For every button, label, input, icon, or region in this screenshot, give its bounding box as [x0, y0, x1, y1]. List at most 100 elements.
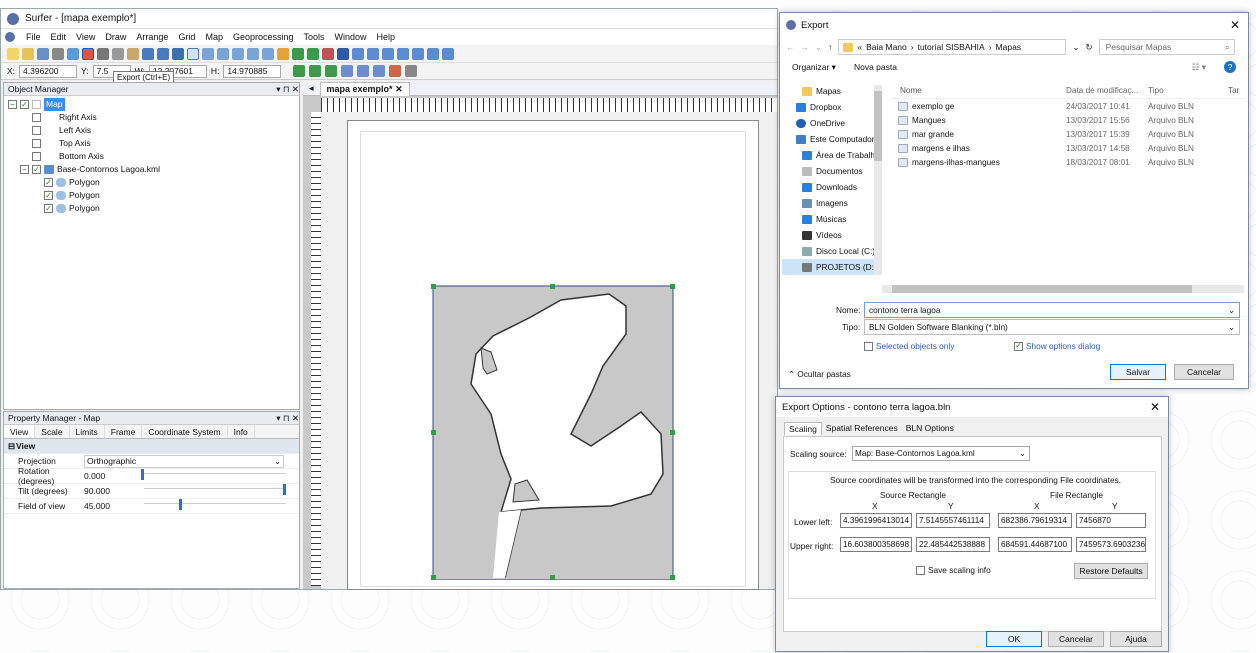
tab-info[interactable]: Info — [228, 425, 255, 438]
file-row[interactable]: exemplo ge 24/03/2017 10:41 Arquivo BLN — [892, 99, 1246, 113]
file-row[interactable]: Mangues 13/03/2017 15:56 Arquivo BLN — [892, 113, 1246, 127]
help-icon[interactable]: ? — [1224, 61, 1236, 73]
chevron-down-icon[interactable]: ⌄ — [1228, 320, 1235, 334]
export-icon[interactable] — [82, 47, 94, 60]
scrollbar-thumb[interactable] — [874, 91, 882, 161]
map-wizard-icon[interactable] — [292, 47, 304, 60]
scrollbar-thumb[interactable] — [892, 285, 1192, 293]
nav-images[interactable]: Imagens — [782, 195, 882, 211]
menu-grid[interactable]: Grid — [173, 32, 200, 42]
redo-icon[interactable] — [157, 47, 169, 60]
save-button[interactable]: Salvar — [1110, 364, 1166, 380]
select-icon[interactable] — [187, 47, 199, 60]
zoom-rect-icon[interactable] — [232, 47, 244, 60]
new-icon[interactable] — [7, 47, 19, 60]
menu-arrange[interactable]: Arrange — [131, 32, 173, 42]
cancel-button[interactable]: Cancelar — [1174, 364, 1234, 380]
menu-help[interactable]: Help — [372, 32, 401, 42]
refresh-icon[interactable] — [307, 47, 319, 60]
visibility-checkbox[interactable] — [32, 113, 41, 122]
visibility-checkbox[interactable]: ✓ — [44, 178, 53, 187]
map-object[interactable] — [431, 284, 675, 580]
visibility-checkbox[interactable]: ✓ — [44, 191, 53, 200]
ungroup-icon[interactable] — [325, 65, 338, 77]
visibility-checkbox[interactable]: ✓ — [32, 165, 41, 174]
undo-icon[interactable] — [142, 47, 154, 60]
nav-videos[interactable]: Vídeos — [782, 227, 882, 243]
copy-icon[interactable] — [112, 47, 124, 60]
visibility-checkbox[interactable] — [32, 152, 41, 161]
spline-tool-icon[interactable] — [442, 47, 454, 60]
search-input[interactable]: Pesquisar Mapas ⌕ — [1098, 39, 1235, 55]
help-button[interactable]: Ajuda — [1110, 631, 1162, 647]
tree-item-top-axis[interactable]: Top Axis — [32, 137, 91, 150]
visibility-checkbox[interactable] — [32, 139, 41, 148]
tree-item-right-axis[interactable]: Right Axis — [32, 111, 97, 124]
print-icon[interactable] — [52, 47, 64, 60]
path-segment[interactable]: Baia Mano — [866, 40, 907, 54]
projection-select[interactable]: Orthographic ⌄ — [84, 454, 284, 468]
pan-icon[interactable] — [277, 47, 289, 60]
close-icon[interactable]: ✕ — [1142, 400, 1168, 414]
rotation-field[interactable]: 0.000 — [84, 471, 144, 481]
nav-music[interactable]: Músicas — [782, 211, 882, 227]
tree-item-polygon[interactable]: ✓ Polygon — [44, 202, 100, 215]
fov-field[interactable]: 45.000 — [84, 501, 144, 511]
menu-file[interactable]: File — [21, 32, 46, 42]
path-dropdown-icon[interactable]: ⌄ — [1072, 42, 1079, 53]
order-icon[interactable] — [373, 65, 386, 77]
file-row[interactable]: margens-ilhas-mangues 18/03/2017 08:01 Arq… — [892, 155, 1246, 169]
polygon-tool-icon[interactable] — [352, 47, 364, 60]
collapse-icon[interactable]: ⊟ — [4, 441, 16, 452]
section-view[interactable]: ⊟ View — [4, 439, 299, 454]
visibility-checkbox[interactable]: ✓ — [20, 100, 29, 109]
menu-geoprocessing[interactable]: Geoprocessing — [228, 32, 299, 42]
nav-scrollbar[interactable] — [874, 85, 882, 275]
upper-right-source-x[interactable]: 16.603800358698 — [840, 537, 912, 552]
organize-button[interactable]: Organizar ▾ — [792, 62, 836, 73]
ellipse-tool-icon[interactable] — [427, 47, 439, 60]
column-size[interactable]: Tar — [1228, 86, 1239, 95]
column-name[interactable]: Nome — [892, 86, 1066, 95]
save-scaling-option[interactable]: Save scaling info — [916, 565, 991, 575]
view-options-icon[interactable]: ☷ ▾ — [1192, 62, 1206, 73]
expand-icon[interactable]: − — [20, 165, 29, 174]
show-options-option[interactable]: ✓ Show options dialog — [1014, 341, 1100, 351]
slider-thumb[interactable] — [141, 469, 144, 480]
x-coordinate-field[interactable]: 4.396200 — [19, 64, 78, 78]
scaling-source-select[interactable]: Map: Base-Contornos Lagoa.kml ⌄ — [852, 446, 1030, 461]
save-scaling-checkbox[interactable] — [916, 565, 925, 575]
close-tab-icon[interactable]: ✕ — [395, 84, 403, 94]
nav-disk-c[interactable]: Disco Local (C:) — [782, 243, 882, 259]
back-icon[interactable]: ← — [786, 42, 795, 52]
refresh-icon[interactable]: ↻ — [1086, 42, 1093, 53]
upper-right-file-x[interactable]: 684591.44687100 — [998, 537, 1072, 552]
nav-dropbox[interactable]: Dropbox — [782, 99, 882, 115]
column-date[interactable]: Data de modificaç... — [1066, 86, 1148, 95]
align-icon[interactable] — [341, 65, 354, 77]
lower-left-source-x[interactable]: 4.3961996413014 — [840, 513, 912, 528]
nav-computer[interactable]: Este Computador — [782, 131, 882, 147]
restore-defaults-button[interactable]: Restore Defaults — [1074, 563, 1148, 579]
symbol-tool-icon[interactable] — [382, 47, 394, 60]
tab-coordinate-system[interactable]: Coordinate System — [142, 425, 228, 438]
nav-mapas[interactable]: Mapas — [782, 83, 882, 99]
save-icon[interactable] — [37, 47, 49, 60]
zoom-in-icon[interactable] — [202, 47, 214, 60]
path-breadcrumb[interactable]: « Baia Mano › tutorial SISBAHIA › Mapas — [838, 39, 1067, 55]
rotation-slider[interactable] — [141, 469, 286, 480]
polyline-tool-icon[interactable] — [367, 47, 379, 60]
arrange-icon[interactable] — [293, 65, 306, 77]
nav-projetos-d[interactable]: PROJETOS (D:) — [782, 259, 882, 275]
app-menu-icon[interactable] — [5, 32, 15, 42]
filetype-select[interactable]: BLN Golden Software Blanking (*.bln) ⌄ — [864, 319, 1240, 335]
menu-draw[interactable]: Draw — [100, 32, 131, 42]
selected-only-checkbox[interactable] — [864, 341, 873, 351]
tab-view[interactable]: View — [4, 425, 36, 438]
menu-tools[interactable]: Tools — [299, 32, 330, 42]
selected-only-option[interactable]: Selected objects only — [864, 341, 954, 351]
slider-thumb[interactable] — [179, 499, 183, 510]
tab-scale[interactable]: Scale — [35, 425, 70, 438]
tab-frame[interactable]: Frame — [105, 425, 143, 438]
measure-icon[interactable] — [322, 47, 334, 60]
